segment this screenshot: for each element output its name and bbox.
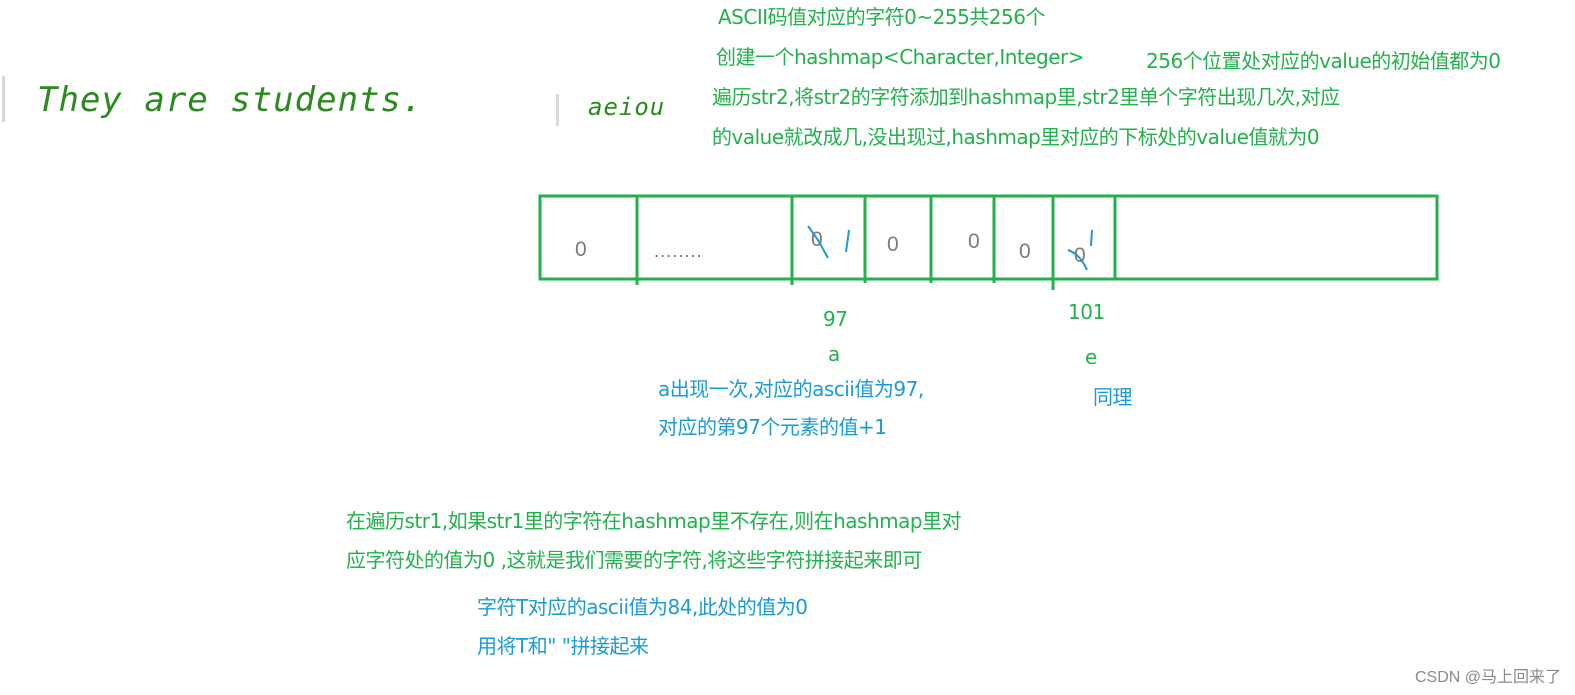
- char-label-e: e: [1085, 345, 1097, 369]
- note-traverse-str1-line1: 在遍历str1,如果str1里的字符在hashmap里不存在,则在hashmap…: [346, 509, 962, 533]
- char-label-a: a: [828, 342, 840, 366]
- annotation-t-line2: 用将T和" "拼接起来: [477, 634, 649, 658]
- note-traverse-str1-line2: 应字符处的值为0 ,这就是我们需要的字符,将这些字符拼接起来即可: [346, 548, 922, 572]
- annotation-t-line1: 字符T对应的ascii值为84,此处的值为0: [477, 595, 808, 619]
- array-outline: [538, 194, 1439, 281]
- hashmap-array-diagram: [538, 194, 1439, 290]
- csdn-watermark: CSDN @马上回来了: [1414, 669, 1561, 686]
- array-cell-value-101: 0: [1074, 244, 1086, 267]
- one-mark-a: [845, 229, 850, 253]
- annotation-a-line2: 对应的第97个元素的值+1: [658, 415, 887, 439]
- array-cell-value: 0: [887, 233, 899, 256]
- array-cell-value: 0: [968, 230, 980, 253]
- array-cell-ellipsis: ........: [654, 242, 703, 261]
- index-label-101: 101: [1068, 300, 1105, 324]
- array-cell-value: 0: [1019, 240, 1031, 263]
- annotation-e-same: 同理: [1093, 385, 1133, 409]
- annotation-a-line1: a出现一次,对应的ascii值为97,: [658, 377, 924, 401]
- array-cell-value-97: 0: [811, 228, 823, 251]
- array-cell-value: 0: [575, 238, 587, 261]
- index-label-97: 97: [823, 307, 848, 331]
- one-mark-e: [1090, 229, 1093, 247]
